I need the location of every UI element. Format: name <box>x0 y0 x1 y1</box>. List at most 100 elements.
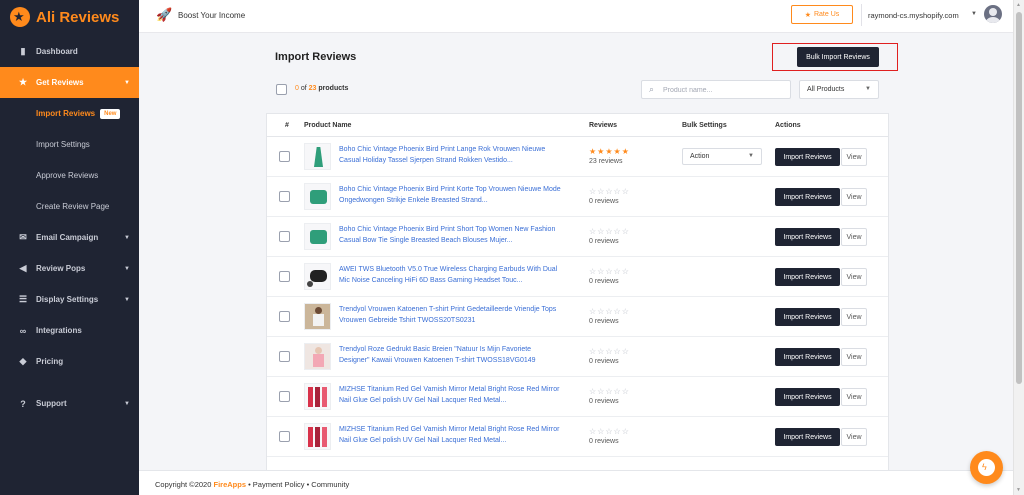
view-button[interactable]: View <box>841 188 867 206</box>
sidebar-subitem-import-settings[interactable]: Import Settings <box>0 129 139 160</box>
envelope-icon: ✉ <box>19 232 27 242</box>
product-name-link[interactable]: Boho Chic Vintage Phoenix Bird Print Sho… <box>339 225 561 246</box>
table-row: Trendyol Vrouwen Katoenen T-shirt Print … <box>267 297 888 337</box>
divider <box>861 4 862 26</box>
chevron-down-icon: ▼ <box>865 86 871 92</box>
product-search[interactable]: ⌕ <box>641 80 791 99</box>
sidebar-item-support[interactable]: ? Support ▼ <box>0 388 139 419</box>
search-input[interactable] <box>663 84 783 96</box>
sidebar-subitem-label: Approve Reviews <box>36 171 99 180</box>
megaphone-icon: ◀ <box>19 263 27 273</box>
action-value: Action <box>690 153 710 160</box>
view-button[interactable]: View <box>841 228 867 246</box>
table-row: MIZHSE Titanium Red Gel Varnish Mirror M… <box>267 377 888 417</box>
sliders-icon: ☰ <box>18 294 28 304</box>
sidebar-item-email-campaign[interactable]: ✉ Email Campaign ▼ <box>0 222 139 253</box>
import-reviews-button[interactable]: Import Reviews <box>775 228 840 246</box>
product-name-link[interactable]: Trendyol Roze Gedrukt Basic Breien "Natu… <box>339 345 561 366</box>
row-checkbox[interactable] <box>279 311 290 322</box>
footer: Copyright ©2020 FireApps • Payment Polic… <box>139 470 1013 495</box>
scroll-up-icon[interactable]: ▲ <box>1016 2 1021 8</box>
header-index: # <box>285 122 289 129</box>
sidebar-item-integrations[interactable]: ∞ Integrations <box>0 315 139 346</box>
rating-stars-icon: ☆☆☆☆☆ <box>589 347 630 356</box>
search-icon: ⌕ <box>649 84 655 94</box>
product-name-link[interactable]: Trendyol Vrouwen Katoenen T-shirt Print … <box>339 305 561 326</box>
chevron-down-icon: ▼ <box>124 296 130 303</box>
messenger-icon: ϟ <box>982 462 987 472</box>
sidebar-item-pricing[interactable]: ◆ Pricing <box>0 346 139 377</box>
row-checkbox[interactable] <box>279 391 290 402</box>
sidebar-item-display-settings[interactable]: ☰ Display Settings ▼ <box>0 284 139 315</box>
rating-stars-icon: ☆☆☆☆☆ <box>589 267 630 276</box>
scroll-thumb[interactable] <box>1016 12 1022 384</box>
shop-name[interactable]: raymond-cs.myshopify.com <box>868 11 959 20</box>
row-checkbox[interactable] <box>279 191 290 202</box>
row-checkbox[interactable] <box>279 231 290 242</box>
sidebar-item-get-reviews[interactable]: ★ Get Reviews ▼ <box>0 67 139 98</box>
import-reviews-button[interactable]: Import Reviews <box>775 348 840 366</box>
row-checkbox[interactable] <box>279 431 290 442</box>
sidebar-subitem-import-reviews[interactable]: Import Reviews New <box>0 98 139 129</box>
total-count: 23 <box>308 85 317 92</box>
product-name-link[interactable]: Boho Chic Vintage Phoenix Bird Print Kor… <box>339 185 561 206</box>
products-table: # Product Name Reviews Bulk Settings Act… <box>266 113 889 473</box>
sidebar-subitem-approve-reviews[interactable]: Approve Reviews <box>0 160 139 191</box>
sidebar-subitem-create-review-page[interactable]: Create Review Page <box>0 191 139 222</box>
row-checkbox[interactable] <box>279 351 290 362</box>
brand[interactable]: Ali Reviews <box>0 0 139 34</box>
link-icon: ∞ <box>19 325 27 336</box>
product-filter-select[interactable]: All Products ▼ <box>799 80 879 99</box>
header-actions: Actions <box>775 122 801 129</box>
import-reviews-button[interactable]: Import Reviews <box>775 268 840 286</box>
sidebar-subitem-label: Import Reviews <box>36 109 96 118</box>
bulk-import-reviews-button[interactable]: Bulk Import Reviews <box>797 47 879 67</box>
select-all-checkbox[interactable] <box>276 84 287 95</box>
view-button[interactable]: View <box>841 388 867 406</box>
view-button[interactable]: View <box>841 308 867 326</box>
chevron-down-icon: ▼ <box>748 153 754 159</box>
table-row: Boho Chic Vintage Phoenix Bird Print Sho… <box>267 217 888 257</box>
new-badge: New <box>100 108 121 119</box>
product-thumbnail <box>304 263 331 290</box>
import-reviews-button[interactable]: Import Reviews <box>775 188 840 206</box>
rate-us-label: Rate Us <box>813 11 840 18</box>
scroll-down-icon[interactable]: ▼ <box>1016 487 1021 493</box>
rate-us-button[interactable]: ★ Rate Us <box>791 5 853 24</box>
chevron-down-icon: ▼ <box>124 79 130 86</box>
view-button[interactable]: View <box>841 428 867 446</box>
chevron-down-icon: ▼ <box>124 400 130 407</box>
avatar[interactable] <box>984 5 1002 23</box>
import-reviews-button[interactable]: Import Reviews <box>775 308 840 326</box>
review-count: 0 reviews <box>589 398 619 405</box>
view-button[interactable]: View <box>841 148 867 166</box>
product-name-link[interactable]: Boho Chic Vintage Phoenix Bird Print Lan… <box>339 145 561 166</box>
sidebar-item-review-pops[interactable]: ◀ Review Pops ▼ <box>0 253 139 284</box>
footer-links[interactable]: • Payment Policy • Community <box>246 480 349 489</box>
import-reviews-button[interactable]: Import Reviews <box>775 428 840 446</box>
header-reviews: Reviews <box>589 122 618 129</box>
row-checkbox[interactable] <box>279 151 290 162</box>
review-count: 0 reviews <box>589 238 619 245</box>
fireapps-link[interactable]: FireApps <box>213 480 246 489</box>
page-scrollbar[interactable]: ▲ ▼ <box>1013 0 1024 495</box>
product-name-link[interactable]: MIZHSE Titanium Red Gel Varnish Mirror M… <box>339 385 561 406</box>
sidebar-item-dashboard[interactable]: ▮ Dashboard <box>0 36 139 67</box>
product-name-link[interactable]: AWEI TWS Bluetooth V5.0 True Wireless Ch… <box>339 265 561 286</box>
header-bulk-settings: Bulk Settings <box>682 122 727 129</box>
row-checkbox[interactable] <box>279 271 290 282</box>
product-name-link[interactable]: MIZHSE Titanium Red Gel Varnish Mirror M… <box>339 425 561 446</box>
sidebar-item-label: Support <box>36 399 67 408</box>
view-button[interactable]: View <box>841 348 867 366</box>
view-button[interactable]: View <box>841 268 867 286</box>
import-reviews-button[interactable]: Import Reviews <box>775 148 840 166</box>
rocket-icon: 🚀 <box>156 7 173 22</box>
messenger-chat-button[interactable]: ϟ <box>970 451 1003 484</box>
chevron-down-icon[interactable]: ▼ <box>971 11 977 17</box>
header-product-name: Product Name <box>304 122 352 129</box>
product-thumbnail <box>304 223 331 250</box>
import-reviews-button[interactable]: Import Reviews <box>775 388 840 406</box>
bar-chart-icon: ▮ <box>20 46 26 56</box>
bulk-action-select[interactable]: Action ▼ <box>682 148 762 165</box>
